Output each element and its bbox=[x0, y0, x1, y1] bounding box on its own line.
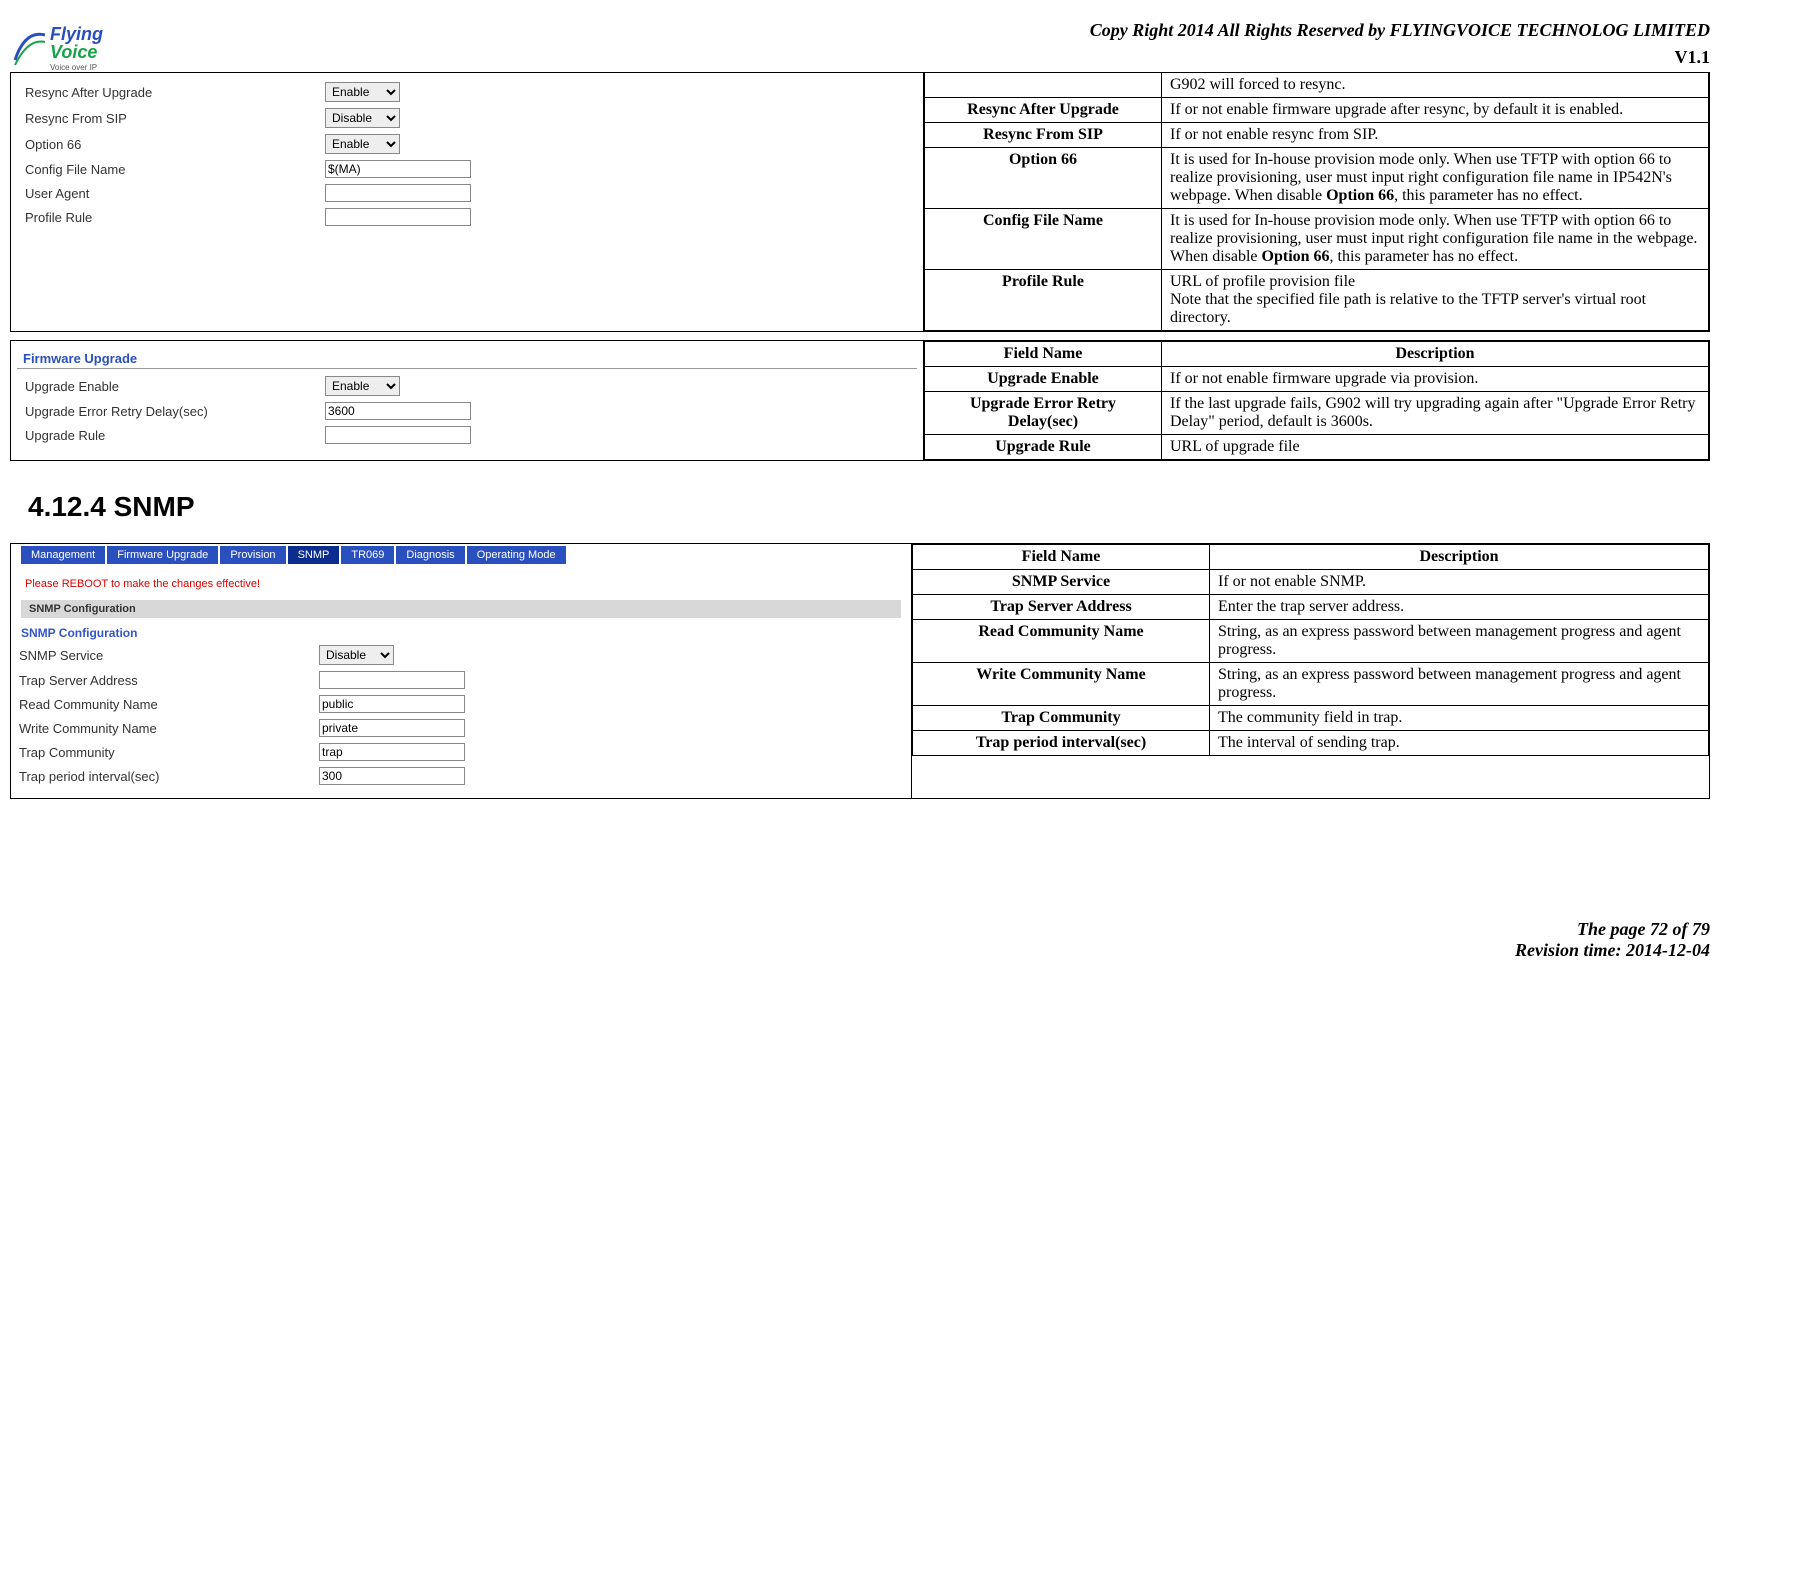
tab-firmware-upgrade[interactable]: Firmware Upgrade bbox=[107, 546, 218, 564]
field-label: Upgrade Enable bbox=[25, 379, 325, 394]
gray-band-title: SNMP Configuration bbox=[21, 600, 901, 618]
table-row: Write Community Name String, as an expre… bbox=[913, 663, 1709, 706]
resync-from-sip-select[interactable]: Disable bbox=[325, 108, 400, 128]
resync-form-pane: Resync After Upgrade Enable Resync From … bbox=[11, 73, 924, 331]
table-header-row: Field Name Description bbox=[925, 342, 1709, 367]
copyright-text: Copy Right 2014 All Rights Reserved by F… bbox=[10, 20, 1710, 41]
subsection-title: SNMP Configuration bbox=[11, 622, 911, 642]
field-row: Upgrade Error Retry Delay(sec) bbox=[17, 399, 917, 423]
table-row: Option 66 It is used for In-house provis… bbox=[925, 148, 1709, 209]
field-row: Option 66 Enable bbox=[17, 131, 917, 157]
version-text: V1.1 bbox=[10, 47, 1710, 68]
field-label: Trap Community bbox=[19, 745, 319, 760]
tab-tr069[interactable]: TR069 bbox=[341, 546, 394, 564]
heading-snmp: 4.12.4 SNMP bbox=[28, 491, 1710, 523]
field-row: Trap period interval(sec) bbox=[11, 764, 911, 788]
field-label: Option 66 bbox=[25, 137, 325, 152]
field-row: Read Community Name bbox=[11, 692, 911, 716]
table-row: Upgrade Enable If or not enable firmware… bbox=[925, 367, 1709, 392]
user-agent-input[interactable] bbox=[325, 184, 471, 202]
table-row: Config File Name It is used for In-house… bbox=[925, 209, 1709, 270]
tab-provision[interactable]: Provision bbox=[220, 546, 285, 564]
firmware-form-pane: Firmware Upgrade Upgrade Enable Enable U… bbox=[11, 341, 924, 460]
field-label: Config File Name bbox=[25, 162, 325, 177]
field-row: Write Community Name bbox=[11, 716, 911, 740]
field-label: Resync After Upgrade bbox=[25, 85, 325, 100]
field-row: Trap Server Address bbox=[11, 668, 911, 692]
upgrade-rule-input[interactable] bbox=[325, 426, 471, 444]
table-row: Read Community Name String, as an expres… bbox=[913, 620, 1709, 663]
footer: The page 72 of 79 Revision time: 2014-12… bbox=[10, 919, 1710, 961]
table-row: Resync After Upgrade If or not enable fi… bbox=[925, 98, 1709, 123]
field-label: Read Community Name bbox=[19, 697, 319, 712]
field-label: Upgrade Error Retry Delay(sec) bbox=[25, 404, 325, 419]
field-row: Trap Community bbox=[11, 740, 911, 764]
firmware-desc-table: Field Name Description Upgrade Enable If… bbox=[924, 341, 1709, 460]
table-row: Resync From SIP If or not enable resync … bbox=[925, 123, 1709, 148]
tab-operating-mode[interactable]: Operating Mode bbox=[467, 546, 566, 564]
field-label: Profile Rule bbox=[25, 210, 325, 225]
tab-diagnosis[interactable]: Diagnosis bbox=[396, 546, 464, 564]
read-community-input[interactable] bbox=[319, 695, 465, 713]
table-row: Trap Community The community field in tr… bbox=[913, 706, 1709, 731]
logo: Flying Voice Voice over IP bbox=[10, 20, 120, 80]
upgrade-error-retry-input[interactable] bbox=[325, 402, 471, 420]
write-community-input[interactable] bbox=[319, 719, 465, 737]
block-firmware-upgrade: Firmware Upgrade Upgrade Enable Enable U… bbox=[10, 340, 1710, 461]
trap-period-input[interactable] bbox=[319, 767, 465, 785]
page-number: The page 72 of 79 bbox=[10, 919, 1710, 940]
field-label: Trap period interval(sec) bbox=[19, 769, 319, 784]
table-row: G902 will forced to resync. bbox=[925, 73, 1709, 98]
block-snmp: Management Firmware Upgrade Provision SN… bbox=[10, 543, 1710, 799]
field-row: Resync After Upgrade Enable bbox=[17, 79, 917, 105]
block-resync: Resync After Upgrade Enable Resync From … bbox=[10, 72, 1710, 332]
table-row: Trap Server Address Enter the trap serve… bbox=[913, 595, 1709, 620]
field-row: Upgrade Rule bbox=[17, 423, 917, 447]
svg-text:Flying: Flying bbox=[50, 24, 103, 44]
table-header-row: Field Name Description bbox=[913, 545, 1709, 570]
upgrade-enable-select[interactable]: Enable bbox=[325, 376, 400, 396]
reboot-warning: Please REBOOT to make the changes effect… bbox=[11, 572, 911, 596]
table-row: Profile Rule URL of profile provision fi… bbox=[925, 270, 1709, 331]
snmp-service-select[interactable]: Disable bbox=[319, 645, 394, 665]
field-label: SNMP Service bbox=[19, 648, 319, 663]
field-row: Resync From SIP Disable bbox=[17, 105, 917, 131]
snmp-desc-table: Field Name Description SNMP Service If o… bbox=[912, 544, 1709, 756]
table-row: Upgrade Error Retry Delay(sec) If the la… bbox=[925, 392, 1709, 435]
field-row: Config File Name bbox=[17, 157, 917, 181]
field-label: Trap Server Address bbox=[19, 673, 319, 688]
tab-snmp[interactable]: SNMP bbox=[288, 546, 340, 564]
config-file-name-input[interactable] bbox=[325, 160, 471, 178]
revision-time: Revision time: 2014-12-04 bbox=[10, 940, 1710, 961]
field-label: Upgrade Rule bbox=[25, 428, 325, 443]
field-row: SNMP Service Disable bbox=[11, 642, 911, 668]
field-row: User Agent bbox=[17, 181, 917, 205]
resync-after-upgrade-select[interactable]: Enable bbox=[325, 82, 400, 102]
section-title: Firmware Upgrade bbox=[17, 347, 917, 369]
field-row: Upgrade Enable Enable bbox=[17, 373, 917, 399]
table-row: Trap period interval(sec) The interval o… bbox=[913, 731, 1709, 756]
field-row: Profile Rule bbox=[17, 205, 917, 229]
trap-server-address-input[interactable] bbox=[319, 671, 465, 689]
option66-select[interactable]: Enable bbox=[325, 134, 400, 154]
profile-rule-input[interactable] bbox=[325, 208, 471, 226]
tab-management[interactable]: Management bbox=[21, 546, 105, 564]
svg-text:Voice over IP: Voice over IP bbox=[50, 63, 97, 72]
svg-text:Voice: Voice bbox=[50, 42, 97, 62]
table-row: SNMP Service If or not enable SNMP. bbox=[913, 570, 1709, 595]
tab-bar: Management Firmware Upgrade Provision SN… bbox=[21, 546, 911, 564]
resync-desc-table: G902 will forced to resync. Resync After… bbox=[924, 73, 1709, 331]
table-row: Upgrade Rule URL of upgrade file bbox=[925, 435, 1709, 460]
snmp-form-pane: Management Firmware Upgrade Provision SN… bbox=[11, 544, 912, 798]
field-label: Resync From SIP bbox=[25, 111, 325, 126]
trap-community-input[interactable] bbox=[319, 743, 465, 761]
field-label: User Agent bbox=[25, 186, 325, 201]
field-label: Write Community Name bbox=[19, 721, 319, 736]
